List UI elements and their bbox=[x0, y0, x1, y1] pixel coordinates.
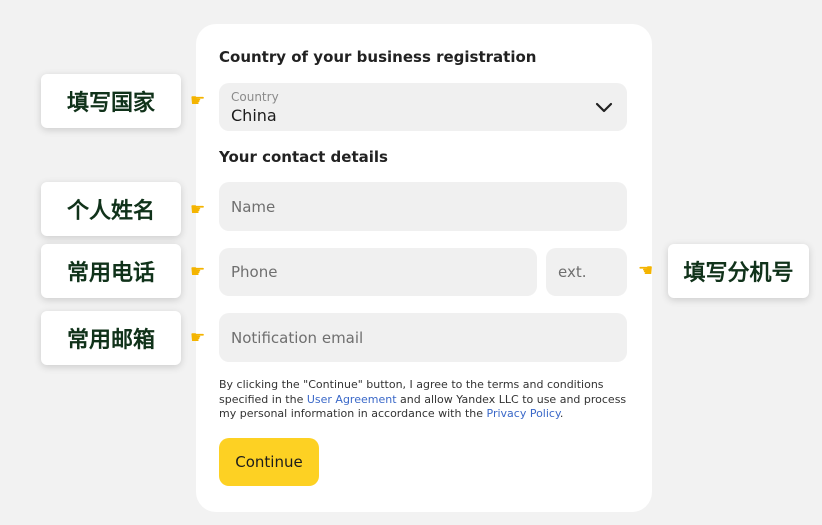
annotation-extension: 填写分机号 bbox=[668, 244, 809, 298]
extension-input-placeholder: ext. bbox=[558, 263, 587, 281]
country-select-value: China bbox=[231, 106, 277, 125]
pointing-hand-icon: ☛ bbox=[190, 262, 206, 282]
privacy-policy-link[interactable]: Privacy Policy bbox=[487, 407, 560, 420]
email-input[interactable]: Notification email bbox=[219, 313, 627, 362]
phone-input[interactable]: Phone bbox=[219, 248, 537, 296]
annotation-phone: 常用电话 bbox=[41, 244, 181, 298]
name-input[interactable]: Name bbox=[219, 182, 627, 231]
chevron-down-icon[interactable] bbox=[595, 100, 613, 114]
terms-text-part3: . bbox=[559, 407, 564, 420]
phone-input-placeholder: Phone bbox=[231, 263, 278, 281]
user-agreement-link[interactable]: User Agreement bbox=[307, 393, 397, 406]
continue-button[interactable]: Continue bbox=[219, 438, 319, 486]
registration-card: Country of your business registration Co… bbox=[196, 24, 652, 512]
extension-input[interactable]: ext. bbox=[546, 248, 627, 296]
terms-text: By clicking the "Continue" button, I agr… bbox=[219, 378, 639, 422]
email-input-placeholder: Notification email bbox=[231, 328, 364, 347]
name-input-placeholder: Name bbox=[231, 197, 276, 216]
country-section-title: Country of your business registration bbox=[219, 48, 537, 66]
country-select-label: Country bbox=[231, 90, 279, 104]
pointing-hand-icon: ☛ bbox=[190, 91, 206, 111]
pointing-hand-icon: ☛ bbox=[190, 200, 206, 220]
annotation-email: 常用邮箱 bbox=[41, 311, 181, 365]
pointing-hand-icon: ☛ bbox=[638, 261, 654, 281]
pointing-hand-icon: ☛ bbox=[190, 328, 206, 348]
annotation-country: 填写国家 bbox=[41, 74, 181, 128]
annotation-name: 个人姓名 bbox=[41, 182, 181, 236]
contact-section-title: Your contact details bbox=[219, 148, 388, 166]
country-select[interactable]: Country China bbox=[219, 83, 627, 131]
